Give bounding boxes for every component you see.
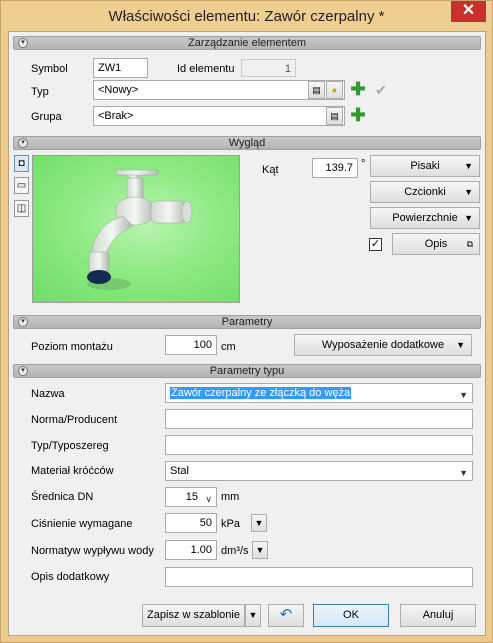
group-field[interactable]: <Brak> — [93, 106, 345, 126]
open-window-icon: ⧉ — [466, 239, 473, 249]
undo-button[interactable]: ↶ — [268, 604, 304, 627]
name-combobox[interactable]: Zawór czerpalny ze złączką do węża ▼ — [165, 383, 473, 403]
diameter-label: Średnica DN — [31, 491, 94, 503]
pressure-input[interactable]: 50 — [165, 513, 217, 533]
dialog-body: ▾ Zarządzanie elementem Symbol ZW1 Id el… — [8, 31, 486, 636]
close-button[interactable]: ✕ — [451, 1, 486, 22]
angle-label: Kąt — [262, 164, 279, 176]
diameter-value: 15 — [185, 491, 198, 503]
material-value: Stal — [170, 465, 189, 477]
title-bar[interactable]: Właściwości elementu: Zawór czerpalny * … — [1, 1, 492, 31]
name-label: Nazwa — [31, 388, 65, 400]
description-button-label: Opis — [424, 238, 448, 250]
mount-level-label: Poziom montażu — [31, 341, 113, 353]
mount-level-unit: cm — [221, 341, 236, 353]
pressure-unit-dropdown[interactable]: ▼ — [251, 514, 267, 532]
flow-unit: dm³/s — [221, 545, 249, 557]
section-type-parameters-title: Parametry typu — [209, 365, 285, 377]
diameter-combobox[interactable]: 15 ∨ — [165, 487, 217, 507]
section-appearance-header[interactable]: ▾ Wygląd — [13, 136, 481, 150]
symbol-input[interactable]: ZW1 — [93, 58, 148, 78]
section-type-parameters-header[interactable]: ▾ Parametry typu — [13, 364, 481, 378]
flow-input[interactable]: 1.00 — [165, 540, 217, 560]
description-button[interactable]: Opis ⧉ — [392, 233, 480, 255]
norm-input[interactable] — [165, 409, 473, 429]
section-management-header[interactable]: ▾ Zarządzanie elementem — [13, 36, 481, 50]
type-series-label: Typ/Typoszereg — [31, 440, 109, 452]
chevron-down-icon[interactable]: ▼ — [459, 388, 468, 402]
ok-button[interactable]: OK — [313, 604, 389, 627]
flow-label: Normatyw wypływu wody — [31, 545, 154, 557]
2d-view-tab[interactable]: ▭ — [14, 177, 29, 194]
pressure-label: Ciśnienie wymagane — [31, 518, 133, 530]
chevron-down-icon: ▼ — [456, 340, 465, 350]
section-management-title: Zarządzanie elementem — [187, 37, 306, 49]
angle-unit: ° — [361, 158, 366, 170]
save-template-dropdown[interactable]: ▼ — [245, 604, 261, 627]
chevron-down-icon: ▼ — [464, 161, 473, 171]
element-preview[interactable] — [32, 155, 240, 303]
cancel-button[interactable]: Anuluj — [400, 604, 476, 627]
group-library-icon[interactable]: ▤ — [326, 107, 343, 125]
element-id-field: 1 — [241, 59, 296, 77]
angle-input[interactable]: 139.7 — [312, 158, 358, 178]
chevron-down-icon: ▼ — [248, 610, 258, 620]
notes-input[interactable] — [165, 567, 473, 587]
flow-unit-dropdown[interactable]: ▼ — [252, 541, 268, 559]
symbol-label: Symbol — [31, 63, 68, 75]
extra-equipment-button[interactable]: Wyposażenie dodatkowe ▼ — [294, 334, 472, 356]
element-id-label: Id elementu — [177, 63, 235, 75]
type-library-icon[interactable]: ▤ — [308, 81, 325, 99]
type-save-icon[interactable]: ● — [326, 81, 343, 99]
add-group-icon[interactable]: ✚ — [349, 106, 367, 125]
type-label: Typ — [31, 86, 49, 98]
properties-dialog: Właściwości elementu: Zawór czerpalny * … — [0, 0, 493, 643]
save-template-button[interactable]: Zapisz w szablonie — [142, 604, 245, 627]
chevron-down-icon: ▼ — [464, 213, 473, 223]
surfaces-button-label: Powierzchnie — [392, 212, 458, 224]
add-type-icon[interactable]: ✚ — [349, 80, 367, 99]
chevron-down-icon[interactable]: ▼ — [459, 466, 468, 480]
diameter-unit: mm — [221, 491, 240, 503]
mount-level-input[interactable]: 100 — [165, 335, 217, 355]
group-label: Grupa — [31, 111, 62, 123]
camera-view-tab[interactable]: ◘ — [14, 155, 29, 172]
section-parameters-title: Parametry — [221, 316, 273, 328]
chevron-down-icon[interactable]: ∨ — [205, 492, 212, 506]
norm-label: Norma/Producent — [31, 414, 118, 426]
fonts-button[interactable]: Czcionki ▼ — [370, 181, 480, 203]
pressure-unit: kPa — [221, 518, 240, 530]
3d-view-tab[interactable]: ◫ — [14, 200, 29, 217]
pens-button[interactable]: Pisaki ▼ — [370, 155, 480, 177]
material-label: Materiał króćców — [31, 465, 114, 477]
faucet-image — [87, 169, 193, 290]
pens-button-label: Pisaki — [410, 160, 440, 172]
name-value: Zawór czerpalny ze złączką do węża — [170, 387, 352, 399]
window-title: Właściwości elementu: Zawór czerpalny * — [108, 8, 385, 25]
type-series-input[interactable] — [165, 435, 473, 455]
description-checkbox[interactable]: ✓ — [369, 238, 382, 251]
material-combobox[interactable]: Stal ▼ — [165, 461, 473, 481]
section-parameters-header[interactable]: ▾ Parametry — [13, 315, 481, 329]
surfaces-button[interactable]: Powierzchnie ▼ — [370, 207, 480, 229]
notes-label: Opis dodatkowy — [31, 571, 110, 583]
undo-icon: ↶ — [279, 606, 293, 623]
chevron-down-icon: ▼ — [464, 187, 473, 197]
apply-type-icon[interactable]: ✔ — [372, 81, 390, 99]
extra-equipment-label: Wyposażenie dodatkowe — [321, 339, 445, 351]
fonts-button-label: Czcionki — [404, 186, 446, 198]
section-appearance-title: Wygląd — [228, 137, 266, 149]
